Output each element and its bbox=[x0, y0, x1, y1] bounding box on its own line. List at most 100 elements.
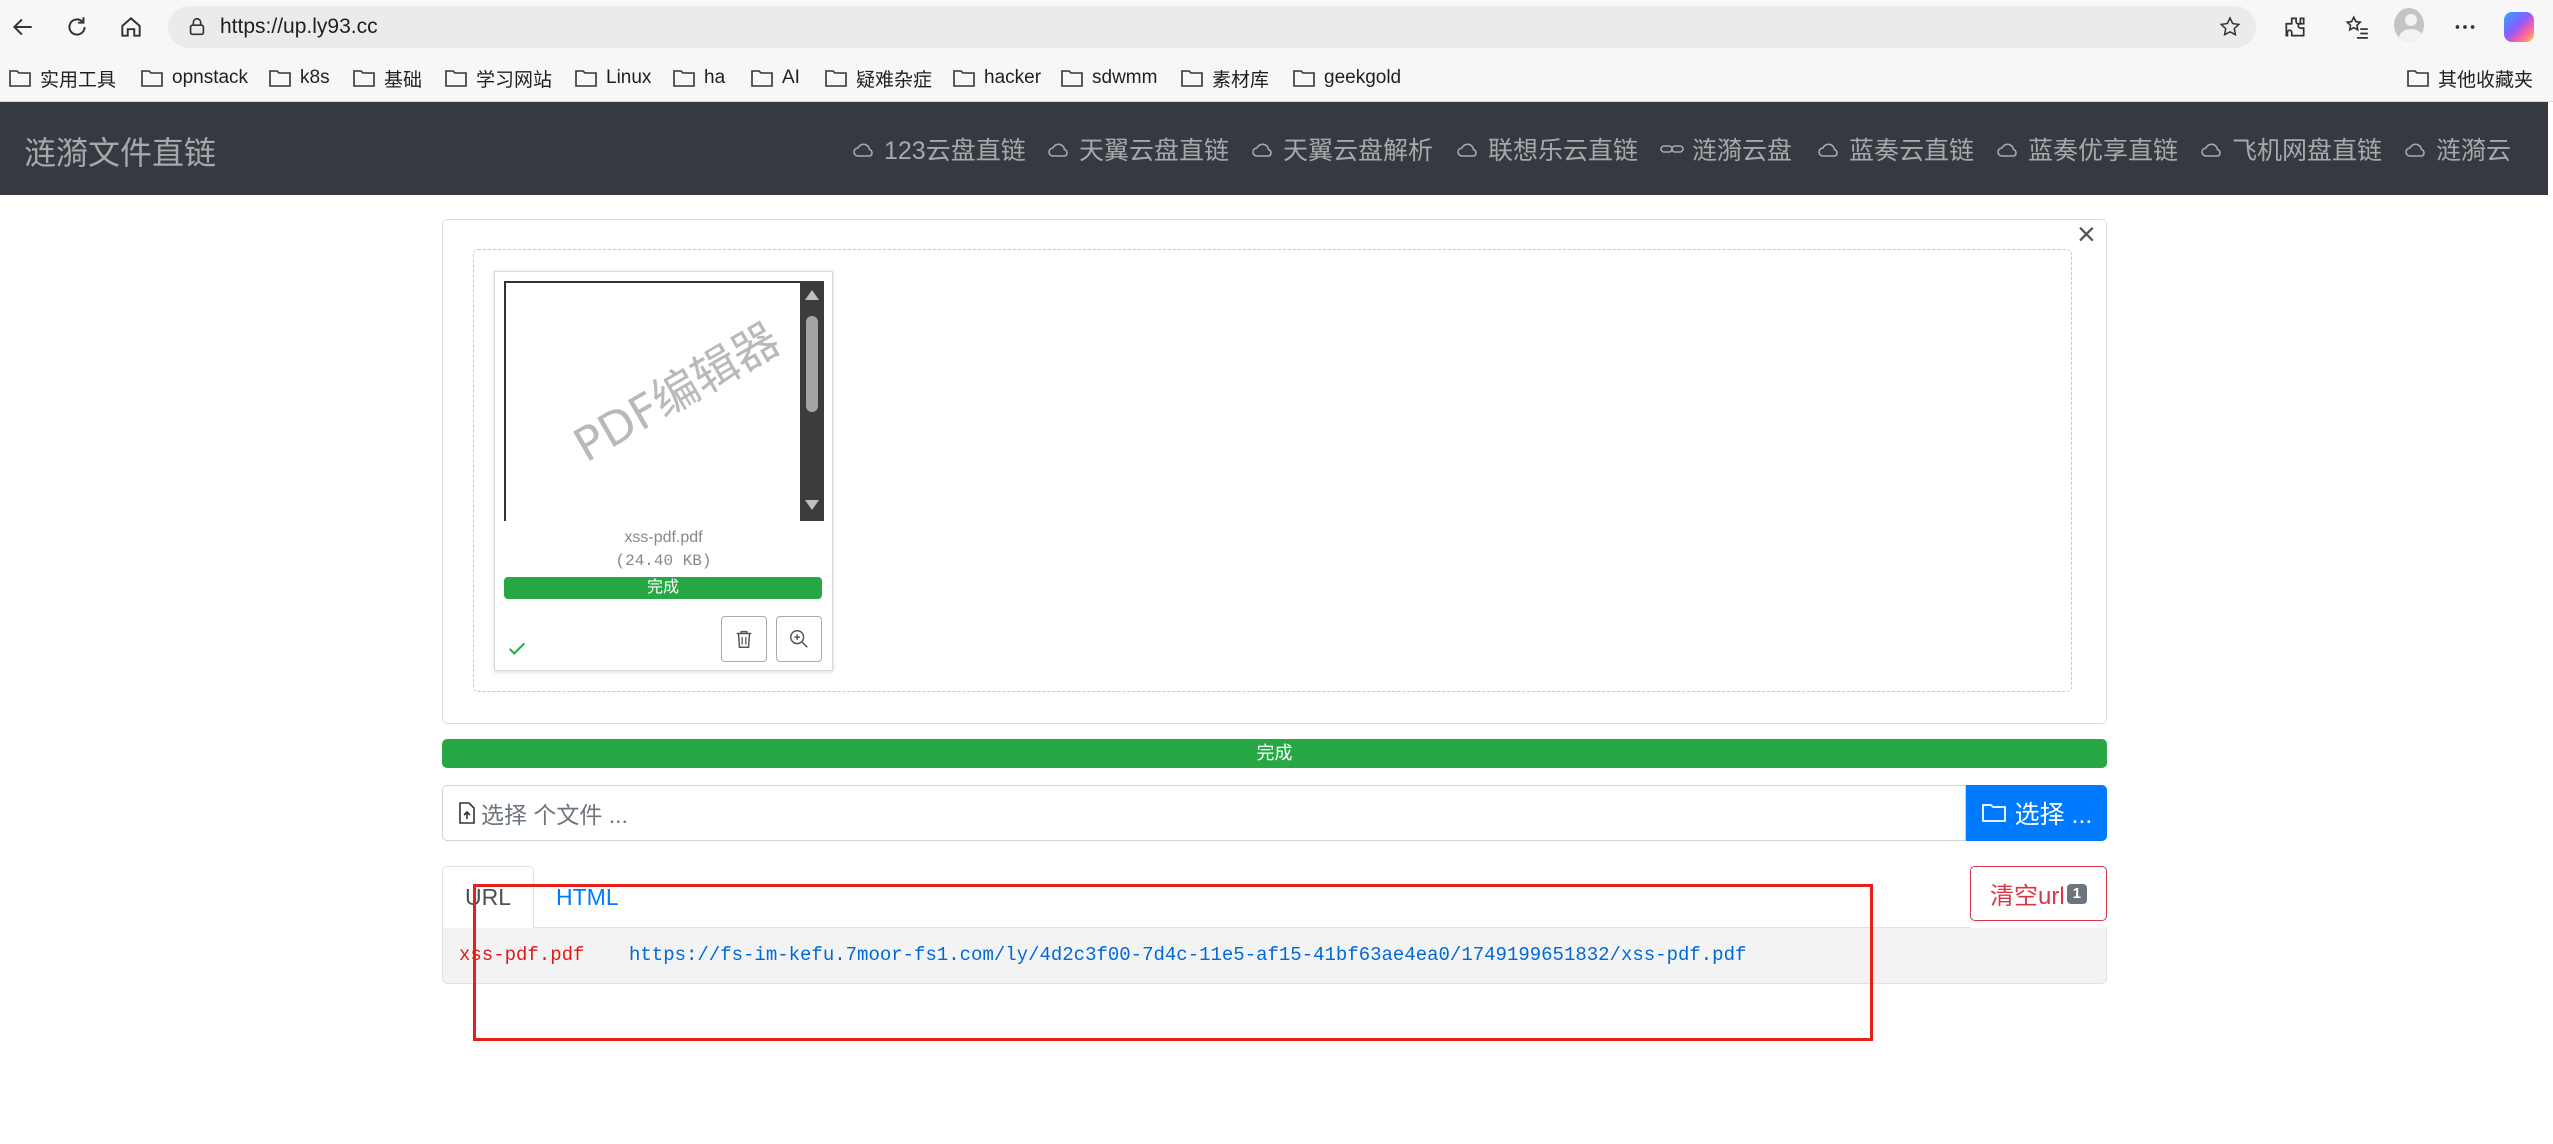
bookmark-folder[interactable]: opnstack bbox=[140, 65, 248, 91]
bookmark-folder[interactable]: 实用工具 bbox=[8, 65, 116, 91]
bookmark-label: 疑难杂症 bbox=[856, 69, 933, 91]
other-bookmarks-folder[interactable]: 其他收藏夹 bbox=[2406, 65, 2533, 91]
nav-link-label: 飞机网盘直链 bbox=[2232, 137, 2383, 165]
bookmark-folder[interactable]: 基础 bbox=[352, 65, 422, 91]
nav-link-lanzou[interactable]: 蓝奏云直链 bbox=[1817, 131, 1974, 167]
nav-link-123[interactable]: 123云盘直链 bbox=[852, 131, 1026, 167]
bookmark-label: hacker bbox=[984, 67, 1042, 88]
file-name: xss-pdf.pdf bbox=[624, 529, 703, 546]
preview-scroll-thumb[interactable] bbox=[806, 316, 818, 412]
scroll-down-icon[interactable] bbox=[805, 500, 819, 510]
bookmark-label: AI bbox=[782, 67, 800, 88]
nav-link-lanzou-youxiang[interactable]: 蓝奏优享直链 bbox=[1996, 131, 2178, 167]
cloud-icon bbox=[2405, 143, 2425, 157]
profile-button[interactable] bbox=[2394, 8, 2424, 42]
count-badge: 1 bbox=[2066, 883, 2087, 904]
bookmark-label: opnstack bbox=[172, 67, 249, 88]
cloud-icon bbox=[1457, 143, 1477, 157]
cloud-icon bbox=[1048, 143, 1068, 157]
bookmark-folder[interactable]: 素材库 bbox=[1180, 65, 1269, 91]
nav-link-label: 天翼云盘直链 bbox=[1079, 137, 1230, 165]
cloud-icon bbox=[1252, 143, 1272, 157]
bookmark-label: sdwmm bbox=[1092, 67, 1158, 88]
bookmark-folder[interactable]: sdwmm bbox=[1060, 65, 1157, 91]
bookmarks-bar: 实用工具 opnstack k8s 基础 学习网站 Linux ha AI 疑难… bbox=[0, 58, 2553, 98]
browse-label: 选择 ... bbox=[2014, 801, 2093, 829]
nav-link-label: 涟漪云盘 bbox=[1692, 137, 1793, 165]
folder-icon bbox=[751, 70, 773, 87]
favorite-star-icon[interactable] bbox=[2218, 15, 2242, 39]
reload-button[interactable] bbox=[60, 10, 94, 44]
avatar bbox=[2394, 8, 2424, 42]
page-scrollbar[interactable] bbox=[2548, 102, 2553, 1144]
site-navbar: 涟漪文件直链 123云盘直链 天翼云盘直链 天翼云盘解析 联想乐云直链 涟漪云盘… bbox=[0, 102, 2553, 195]
reload-icon bbox=[68, 17, 86, 36]
file-caption-input[interactable]: 选择 个文件 ... bbox=[442, 785, 1966, 841]
nav-link-label: 涟漪云 bbox=[2436, 137, 2512, 165]
nav-link-lianyi-pan[interactable]: 涟漪云盘 bbox=[1660, 131, 1792, 167]
nav-link-tianyi-direct[interactable]: 天翼云盘直链 bbox=[1047, 131, 1229, 167]
back-button[interactable] bbox=[6, 10, 40, 44]
zoom-file-button[interactable] bbox=[776, 616, 822, 662]
bookmark-label: ha bbox=[704, 67, 726, 88]
nav-link-lianyi-yun[interactable]: 涟漪云 bbox=[2404, 131, 2511, 167]
nav-link-label: 天翼云盘解析 bbox=[1283, 137, 1434, 165]
puzzle-icon bbox=[2285, 17, 2305, 37]
favorites-button[interactable] bbox=[2342, 12, 2372, 42]
folder-icon bbox=[141, 70, 163, 87]
annotation-highlight-box bbox=[473, 884, 1873, 1041]
bookmark-label: k8s bbox=[300, 67, 330, 88]
bookmark-label: 实用工具 bbox=[40, 69, 117, 91]
clear-url-button[interactable]: 清空url 1 bbox=[1970, 866, 2107, 921]
more-menu-button[interactable] bbox=[2450, 12, 2480, 42]
copilot-button[interactable] bbox=[2504, 12, 2534, 42]
bookmark-folder[interactable]: ha bbox=[672, 65, 725, 91]
bookmark-folder[interactable]: geekgold bbox=[1292, 65, 1401, 91]
folder-icon bbox=[1181, 70, 1203, 87]
bookmark-folder[interactable]: 学习网站 bbox=[444, 65, 552, 91]
file-size: (24.40 KB) bbox=[615, 552, 712, 570]
address-bar[interactable]: https://up.ly93.cc bbox=[168, 6, 2256, 48]
home-button[interactable] bbox=[114, 10, 148, 44]
folder-icon bbox=[2407, 70, 2429, 87]
cloud-icon bbox=[853, 143, 873, 157]
clear-url-label: 清空url bbox=[1989, 883, 2065, 910]
nav-link-lenovo[interactable]: 联想乐云直链 bbox=[1456, 131, 1638, 167]
scroll-up-icon[interactable] bbox=[805, 290, 819, 300]
folder-icon bbox=[269, 70, 291, 87]
file-input-placeholder: 选择 个文件 ... bbox=[481, 802, 628, 828]
site-brand[interactable]: 涟漪文件直链 bbox=[24, 128, 216, 174]
extensions-button[interactable] bbox=[2280, 12, 2310, 42]
nav-link-label: 123云盘直链 bbox=[884, 137, 1026, 165]
bookmark-folder[interactable]: AI bbox=[750, 65, 800, 91]
bookmark-label: 其他收藏夹 bbox=[2438, 69, 2534, 91]
file-progress-bar: 完成 bbox=[504, 577, 822, 599]
bookmark-folder[interactable]: k8s bbox=[268, 65, 330, 91]
more-dots-icon bbox=[2455, 25, 2475, 29]
bookmark-folder[interactable]: hacker bbox=[952, 65, 1041, 91]
folder-icon bbox=[9, 70, 31, 87]
nav-link-tianyi-parse[interactable]: 天翼云盘解析 bbox=[1251, 131, 1433, 167]
link-icon bbox=[1660, 145, 1684, 153]
bookmark-folder[interactable]: 疑难杂症 bbox=[824, 65, 932, 91]
folder-icon bbox=[825, 70, 847, 87]
folder-icon bbox=[673, 70, 695, 87]
folder-icon bbox=[1293, 70, 1315, 87]
bookmark-label: 素材库 bbox=[1212, 69, 1270, 91]
bookmark-folder[interactable]: Linux bbox=[574, 65, 651, 91]
bookmark-label: geekgold bbox=[1324, 67, 1402, 88]
address-row: https://up.ly93.cc bbox=[0, 0, 2553, 54]
close-icon[interactable]: × bbox=[2077, 218, 2096, 250]
nav-link-feiji[interactable]: 飞机网盘直链 bbox=[2200, 131, 2382, 167]
remove-file-button[interactable] bbox=[721, 616, 767, 662]
nav-link-label: 联想乐云直链 bbox=[1488, 137, 1639, 165]
cloud-icon bbox=[1818, 143, 1838, 157]
back-arrow-icon bbox=[12, 18, 32, 36]
home-icon bbox=[121, 17, 141, 37]
folder-icon bbox=[445, 70, 467, 87]
check-icon bbox=[508, 642, 526, 655]
folder-icon bbox=[953, 70, 975, 87]
browse-button[interactable]: 选择 ... bbox=[1966, 785, 2107, 841]
bookmark-label: 学习网站 bbox=[476, 69, 553, 91]
folder-open-icon bbox=[1981, 804, 2006, 822]
